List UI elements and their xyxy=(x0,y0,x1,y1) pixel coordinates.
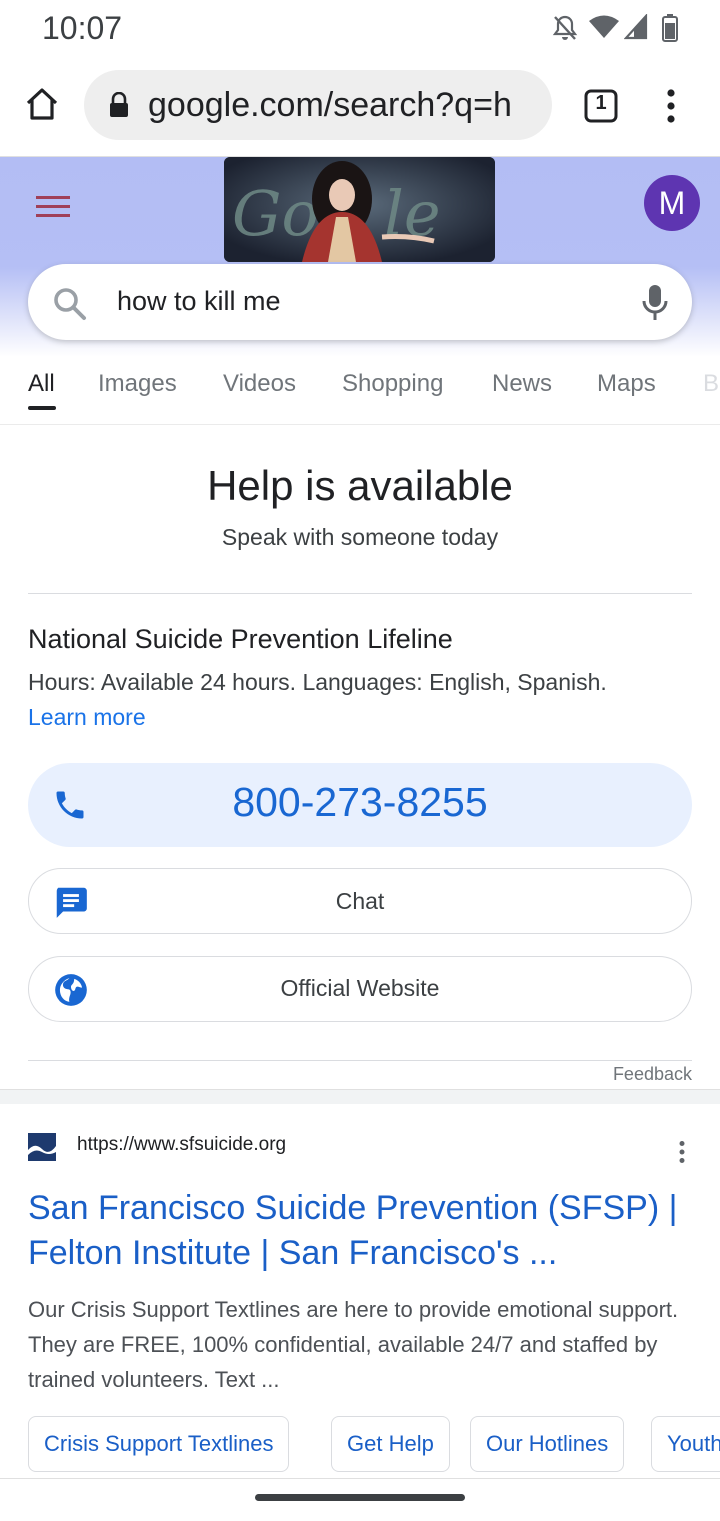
search-icon[interactable] xyxy=(52,286,88,327)
sitelink-chip[interactable]: Crisis Support Textlines xyxy=(28,1416,290,1472)
chat-label[interactable]: Chat xyxy=(0,888,720,915)
divider xyxy=(28,1060,692,1061)
tab-all[interactable]: All xyxy=(28,370,55,398)
tabs-divider xyxy=(0,424,720,425)
result-title[interactable]: San Francisco Suicide Prevention (SFSP) … xyxy=(28,1186,692,1276)
google-doodle[interactable]: Go le xyxy=(224,157,495,262)
result-url[interactable]: https://www.sfsuicide.org xyxy=(77,1134,286,1156)
tab-books[interactable]: B xyxy=(703,370,719,398)
lock-icon[interactable] xyxy=(107,91,131,123)
divider xyxy=(28,593,692,594)
sitelink-chip[interactable]: Our Hotlines xyxy=(470,1416,625,1472)
avatar[interactable]: M xyxy=(644,175,700,231)
learn-more-link[interactable]: Learn more xyxy=(28,704,146,731)
url-text[interactable]: google.com/search?q=h xyxy=(148,86,540,125)
mic-icon[interactable] xyxy=(641,284,669,327)
notifications-off-icon xyxy=(552,14,578,47)
tab-images[interactable]: Images xyxy=(98,370,177,398)
battery-icon xyxy=(662,14,678,47)
sitelink-chip[interactable]: Youth xyxy=(651,1416,720,1472)
home-icon[interactable] xyxy=(24,86,60,127)
site-favicon xyxy=(28,1133,56,1161)
result-snippet: Our Crisis Support Textlines are here to… xyxy=(28,1297,679,1392)
tab-maps[interactable]: Maps xyxy=(597,370,656,398)
org-hours: Hours: Available 24 hours. Languages: En… xyxy=(28,669,607,695)
wifi-icon xyxy=(588,14,620,45)
status-time: 10:07 xyxy=(42,10,123,46)
tab-underline xyxy=(28,406,56,410)
home-indicator[interactable] xyxy=(255,1494,465,1501)
tab-count: 1 xyxy=(595,92,607,114)
section-separator xyxy=(0,1089,720,1104)
more-vert-icon[interactable] xyxy=(660,88,682,129)
svg-text:Go: Go xyxy=(232,177,319,250)
menu-icon[interactable] xyxy=(36,194,70,225)
help-subtitle: Speak with someone today xyxy=(221,524,499,550)
search-input[interactable]: how to kill me xyxy=(117,286,281,317)
phone-number[interactable]: 800-273-8255 xyxy=(0,779,720,826)
sitelink-chip[interactable]: Get Help xyxy=(331,1416,450,1472)
signal-icon xyxy=(623,13,648,45)
tab-news[interactable]: News xyxy=(492,370,552,398)
tab-shopping[interactable]: Shopping xyxy=(342,370,443,398)
official-website-label[interactable]: Official Website xyxy=(0,975,720,1002)
org-name: National Suicide Prevention Lifeline xyxy=(28,624,453,654)
result-more-icon[interactable] xyxy=(676,1140,688,1169)
tab-videos[interactable]: Videos xyxy=(223,370,296,398)
feedback-link[interactable]: Feedback xyxy=(560,1064,692,1085)
help-title: Help is available xyxy=(207,462,513,509)
